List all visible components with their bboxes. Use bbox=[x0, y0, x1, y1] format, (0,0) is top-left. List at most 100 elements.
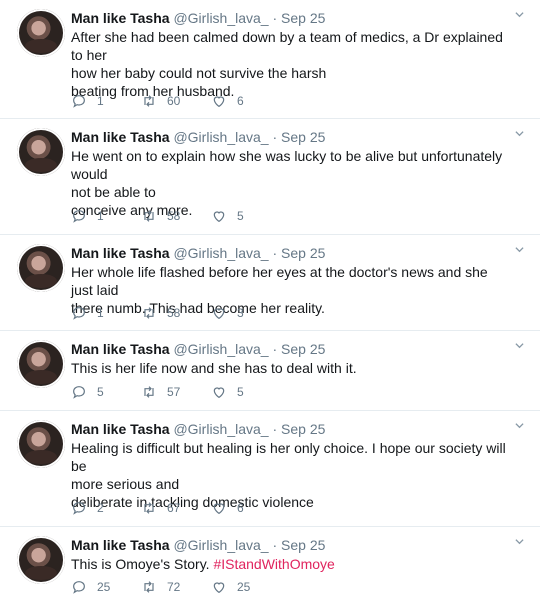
retweet-button[interactable]: 58 bbox=[141, 208, 211, 224]
reply-icon bbox=[73, 581, 85, 594]
reply-count: 1 bbox=[97, 209, 104, 223]
tweet-date[interactable]: Sep 25 bbox=[281, 341, 325, 357]
tweet-text-line: not be able to bbox=[71, 184, 156, 200]
reply-button[interactable]: 1 bbox=[71, 305, 141, 321]
reply-count: 25 bbox=[97, 580, 111, 594]
tweet[interactable]: Man like Tasha @Girlish_lava_ · Sep 25 H… bbox=[0, 119, 540, 235]
like-count: 6 bbox=[237, 501, 244, 515]
chevron-down-icon[interactable] bbox=[515, 341, 524, 350]
tweet-date[interactable]: Sep 25 bbox=[281, 245, 325, 261]
chevron-down-icon[interactable] bbox=[515, 421, 524, 430]
tweet-text-line: how her baby could not survive the harsh bbox=[71, 65, 327, 81]
reply-button[interactable]: 25 bbox=[71, 579, 141, 595]
tweet-date[interactable]: Sep 25 bbox=[281, 537, 325, 553]
user-handle[interactable]: @Girlish_lava_ bbox=[173, 421, 268, 437]
retweet-button[interactable]: 67 bbox=[141, 500, 211, 516]
display-name[interactable]: Man like Tasha bbox=[71, 245, 170, 261]
like-count: 3 bbox=[237, 306, 244, 320]
chevron-down-icon[interactable] bbox=[515, 537, 524, 546]
retweet-icon bbox=[144, 95, 154, 107]
tweet[interactable]: Man like Tasha @Girlish_lava_ · Sep 25 T… bbox=[0, 331, 540, 411]
retweet-button[interactable]: 60 bbox=[141, 93, 211, 109]
tweet-actions: 1 58 3 bbox=[71, 305, 271, 321]
chevron-down-icon[interactable] bbox=[515, 129, 524, 138]
reply-icon bbox=[73, 386, 85, 399]
heart-icon bbox=[213, 308, 225, 320]
retweet-icon bbox=[144, 307, 154, 319]
tweet-text: This is Omoye's Story. #IStandWithOmoye bbox=[71, 555, 511, 573]
avatar[interactable] bbox=[17, 536, 65, 584]
separator-dot: · bbox=[272, 341, 278, 357]
tweet-text-line: Healing is difficult but healing is her … bbox=[71, 440, 506, 474]
retweet-count: 57 bbox=[167, 385, 181, 399]
heart-icon bbox=[213, 211, 225, 223]
avatar[interactable] bbox=[17, 420, 65, 468]
tweet-actions: 5 57 5 bbox=[71, 384, 271, 400]
heart-icon bbox=[213, 503, 225, 515]
like-button[interactable]: 3 bbox=[211, 305, 271, 321]
display-name[interactable]: Man like Tasha bbox=[71, 421, 170, 437]
user-handle[interactable]: @Girlish_lava_ bbox=[173, 537, 268, 553]
tweet-text-line: Her whole life flashed before her eyes a… bbox=[71, 264, 488, 298]
tweet[interactable]: Man like Tasha @Girlish_lava_ · Sep 25 T… bbox=[0, 527, 540, 605]
retweet-count: 58 bbox=[167, 306, 181, 320]
heart-icon bbox=[213, 96, 225, 108]
reply-button[interactable]: 1 bbox=[71, 93, 141, 109]
reply-count: 1 bbox=[97, 94, 104, 108]
like-button[interactable]: 5 bbox=[211, 384, 271, 400]
avatar[interactable] bbox=[17, 244, 65, 292]
separator-dot: · bbox=[272, 10, 278, 26]
retweet-button[interactable]: 57 bbox=[141, 384, 211, 400]
display-name[interactable]: Man like Tasha bbox=[71, 537, 170, 553]
tweet-text-line: This is Omoye's Story. bbox=[71, 556, 214, 572]
tweet-header: Man like Tasha @Girlish_lava_ · Sep 25 bbox=[71, 128, 325, 146]
retweet-count: 60 bbox=[167, 94, 181, 108]
like-button[interactable]: 5 bbox=[211, 208, 271, 224]
retweet-count: 72 bbox=[167, 580, 181, 594]
tweet[interactable]: Man like Tasha @Girlish_lava_ · Sep 25 H… bbox=[0, 235, 540, 331]
hashtag-link[interactable]: #IStandWithOmoye bbox=[213, 556, 334, 572]
tweet-text: After she had been calmed down by a team… bbox=[71, 28, 511, 100]
heart-icon bbox=[213, 387, 225, 399]
tweet[interactable]: Man like Tasha @Girlish_lava_ · Sep 25 A… bbox=[0, 0, 540, 119]
user-handle[interactable]: @Girlish_lava_ bbox=[173, 129, 268, 145]
chevron-down-icon[interactable] bbox=[515, 245, 524, 254]
retweet-button[interactable]: 72 bbox=[141, 579, 211, 595]
reply-icon bbox=[73, 95, 85, 108]
retweet-icon bbox=[144, 210, 154, 222]
chevron-down-icon[interactable] bbox=[515, 10, 524, 19]
display-name[interactable]: Man like Tasha bbox=[71, 129, 170, 145]
tweet-actions: 25 72 25 bbox=[71, 579, 271, 595]
tweet-header: Man like Tasha @Girlish_lava_ · Sep 25 bbox=[71, 9, 325, 27]
avatar[interactable] bbox=[17, 340, 65, 388]
tweet-text-line: He went on to explain how she was lucky … bbox=[71, 148, 503, 182]
tweet-date[interactable]: Sep 25 bbox=[281, 10, 325, 26]
tweet-text: This is her life now and she has to deal… bbox=[71, 359, 511, 377]
reply-icon bbox=[73, 307, 85, 320]
like-count: 6 bbox=[237, 94, 244, 108]
display-name[interactable]: Man like Tasha bbox=[71, 10, 170, 26]
tweet[interactable]: Man like Tasha @Girlish_lava_ · Sep 25 H… bbox=[0, 411, 540, 527]
retweet-button[interactable]: 58 bbox=[141, 305, 211, 321]
like-button[interactable]: 6 bbox=[211, 500, 271, 516]
tweet-date[interactable]: Sep 25 bbox=[281, 129, 325, 145]
avatar[interactable] bbox=[17, 9, 65, 57]
retweet-icon bbox=[144, 502, 154, 514]
user-handle[interactable]: @Girlish_lava_ bbox=[173, 245, 268, 261]
display-name[interactable]: Man like Tasha bbox=[71, 341, 170, 357]
avatar[interactable] bbox=[17, 128, 65, 176]
retweet-count: 58 bbox=[167, 209, 181, 223]
user-handle[interactable]: @Girlish_lava_ bbox=[173, 10, 268, 26]
separator-dot: · bbox=[272, 537, 278, 553]
reply-button[interactable]: 2 bbox=[71, 500, 141, 516]
like-button[interactable]: 25 bbox=[211, 579, 271, 595]
tweet-date[interactable]: Sep 25 bbox=[281, 421, 325, 437]
like-count: 5 bbox=[237, 209, 244, 223]
user-handle[interactable]: @Girlish_lava_ bbox=[173, 341, 268, 357]
separator-dot: · bbox=[272, 421, 278, 437]
reply-button[interactable]: 5 bbox=[71, 384, 141, 400]
reply-button[interactable]: 1 bbox=[71, 208, 141, 224]
reply-icon bbox=[73, 502, 85, 515]
tweet-header: Man like Tasha @Girlish_lava_ · Sep 25 bbox=[71, 420, 325, 438]
like-button[interactable]: 6 bbox=[211, 93, 271, 109]
